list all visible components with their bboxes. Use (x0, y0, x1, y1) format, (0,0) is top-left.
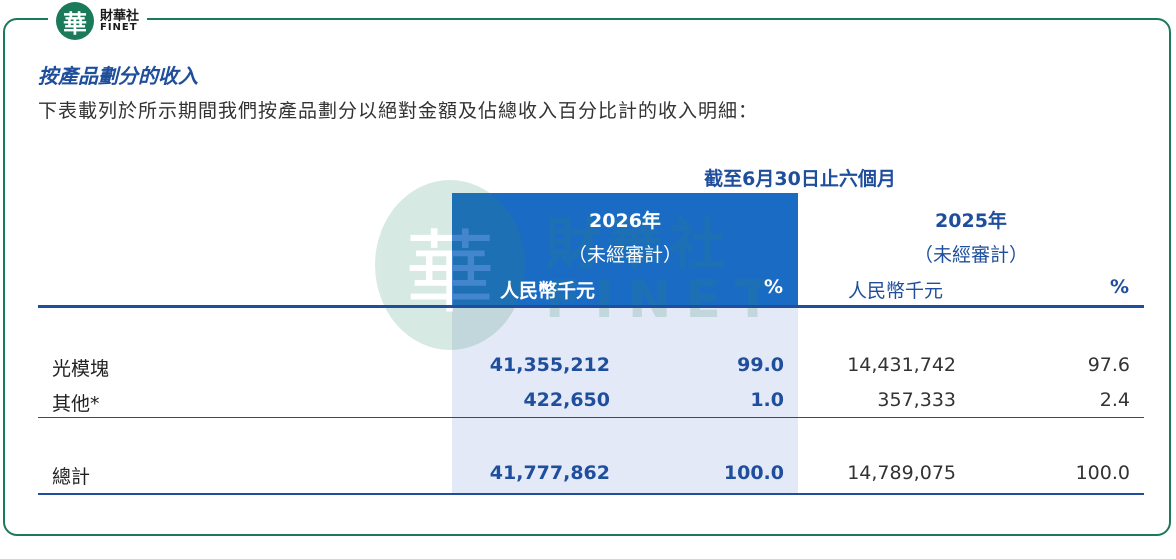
total-prev-amount: 14,789,075 (847, 462, 956, 484)
total-label: 總計 (52, 466, 91, 488)
header-divider (38, 305, 1144, 308)
finet-logo-icon: 華 (56, 2, 94, 40)
brand-logo: 華 財華社 FINET (48, 0, 148, 42)
col-2025-pct-header: % (1110, 276, 1130, 298)
year-2025-audit: （未經審計） (913, 244, 1028, 266)
row-prev-amount: 357,333 (877, 389, 956, 411)
table-bottom-rule (38, 493, 1144, 495)
period-header: 截至6月30日止六個月 (704, 168, 896, 190)
row-prev-amount: 14,431,742 (847, 354, 956, 376)
subtotal-divider (38, 417, 1144, 418)
total-prev-pct: 100.0 (1075, 462, 1130, 484)
year-2026-header: 2026年 (589, 210, 661, 232)
logo-en-text: FINET (100, 21, 138, 33)
col-2026-pct-header: % (764, 276, 784, 298)
col-2025-amount-header: 人民幣千元 (848, 280, 944, 302)
section-description: 下表載列於所示期間我們按產品劃分以絕對金額及佔總收入百分比計的收入明細： (38, 100, 759, 122)
row-label: 其他* (52, 393, 100, 415)
row-cur-pct: 99.0 (737, 354, 784, 376)
total-cur-amount: 41,777,862 (489, 462, 610, 484)
row-prev-pct: 2.4 (1099, 389, 1130, 411)
logo-cn-text: 財華社 (100, 8, 140, 24)
row-prev-pct: 97.6 (1087, 354, 1130, 376)
row-cur-pct: 1.0 (750, 389, 784, 411)
year-2025-header: 2025年 (935, 210, 1007, 232)
row-cur-amount: 422,650 (523, 389, 610, 411)
col-2026-amount-header: 人民幣千元 (500, 280, 596, 302)
row-label: 光模塊 (52, 358, 110, 380)
year-2026-audit: （未經審計） (567, 244, 682, 266)
total-cur-pct: 100.0 (723, 462, 784, 484)
section-title: 按產品劃分的收入 (38, 64, 198, 88)
row-cur-amount: 41,355,212 (489, 354, 610, 376)
